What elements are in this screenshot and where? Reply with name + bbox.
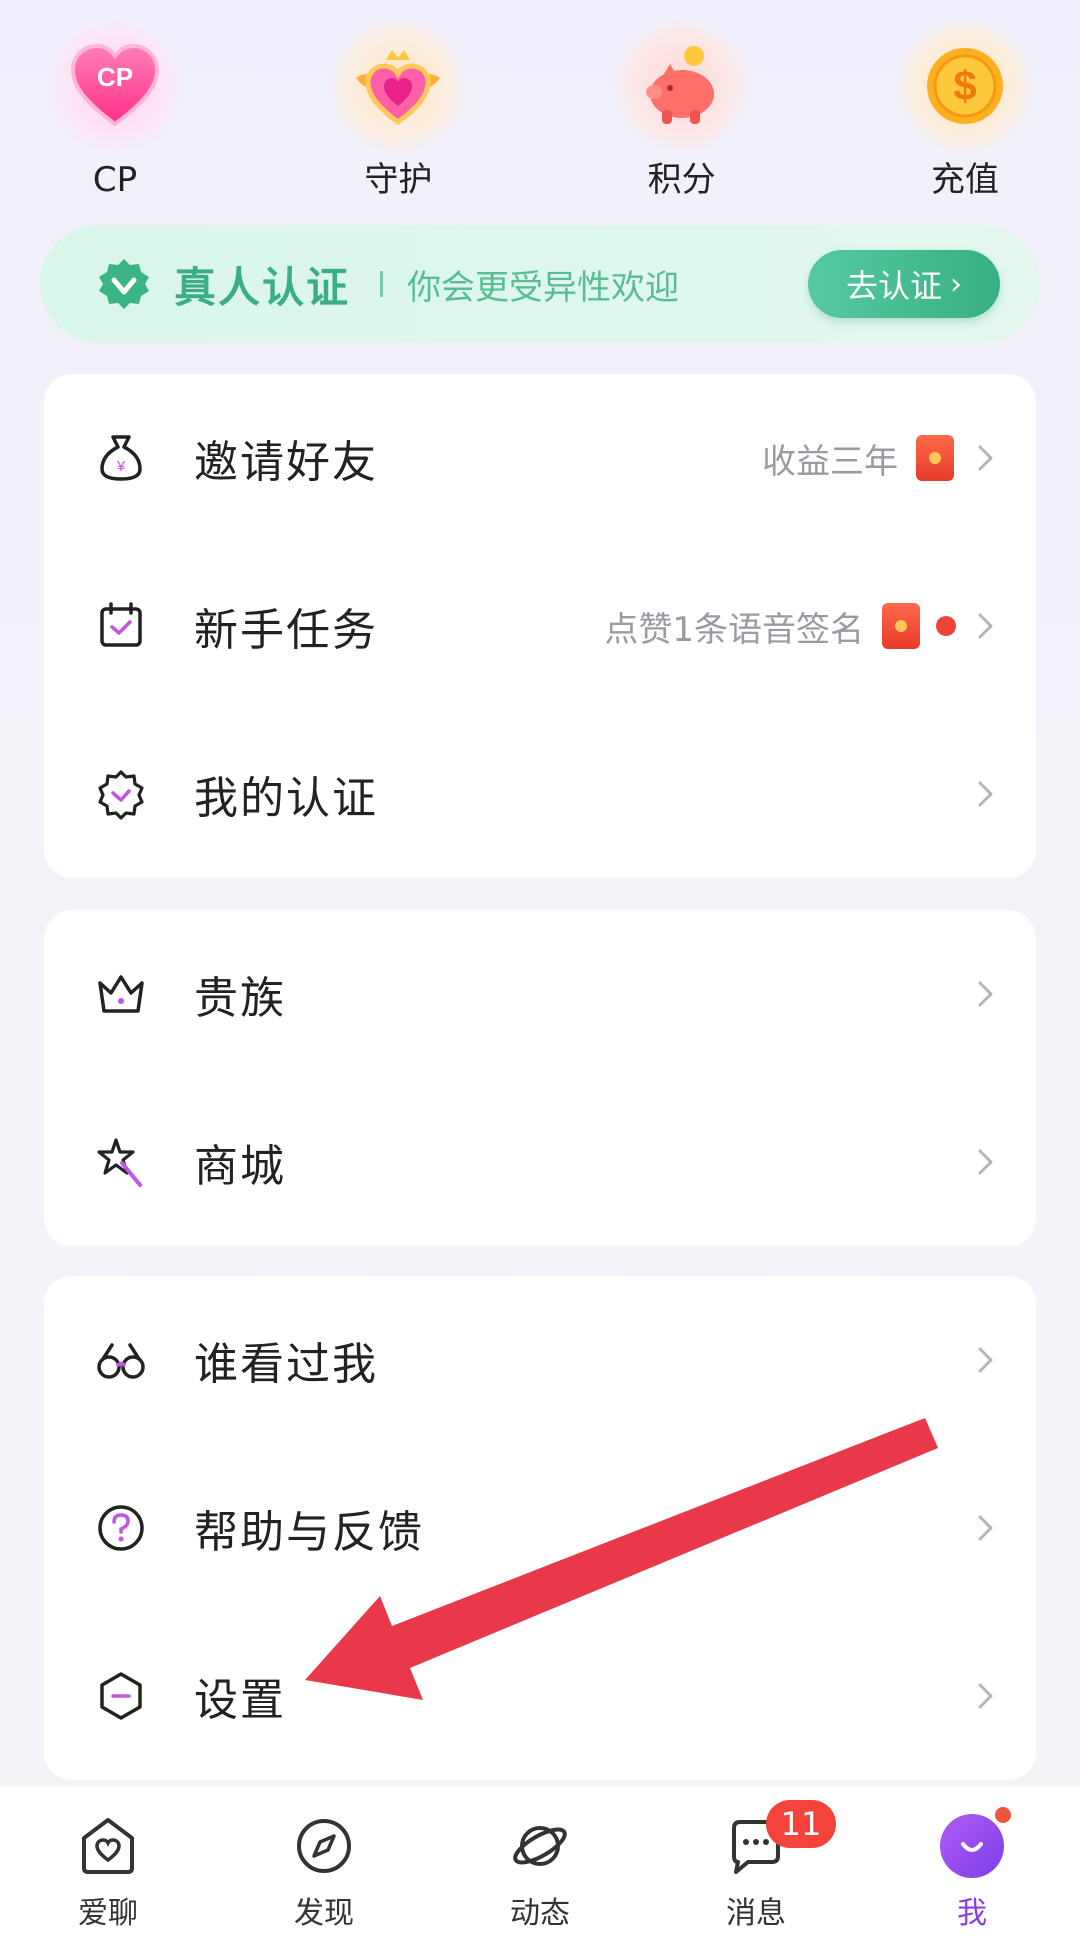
quick-cp[interactable]: CP CP — [40, 18, 190, 202]
cp-heart-icon: CP — [47, 18, 183, 154]
nav-tab-label: 动态 — [510, 1896, 570, 1931]
badge-check-icon — [98, 770, 144, 820]
svg-text:CP: CP — [97, 62, 133, 92]
glasses-icon — [97, 1343, 145, 1379]
planet-icon — [513, 1826, 567, 1866]
task-hint-text: 点赞1条语音签名 — [604, 609, 864, 650]
quick-cp-label: CP — [92, 160, 138, 200]
bottom-navigation: 爱聊 发现 动态 11 消息 我 — [0, 1786, 1080, 1958]
nav-tab-messages[interactable]: 11 消息 — [676, 1800, 836, 1932]
chevron-right-icon — [978, 981, 993, 1007]
piggy-bank-icon — [613, 18, 750, 154]
menu-card-3: 谁看过我 帮助与反馈 设置 — [44, 1276, 1036, 1780]
menu-item-newbie-tasks[interactable]: 新手任务 点赞1条语音签名 — [44, 542, 1036, 710]
menu-item-label: 设置 — [194, 1675, 286, 1726]
menu-item-label: 商城 — [194, 1141, 286, 1192]
notification-dot — [992, 1804, 1014, 1826]
nav-tab-aichat[interactable]: 爱聊 — [28, 1814, 188, 1932]
notification-dot — [936, 616, 956, 636]
menu-card-1: ¥ 邀请好友 收益三年 新手任务 点赞1条语音签名 我的认证 — [44, 374, 1036, 878]
nav-tab-label: 爱聊 — [78, 1896, 138, 1931]
menu-item-help-feedback[interactable]: 帮助与反馈 — [44, 1444, 1036, 1612]
me-avatar-icon — [940, 1814, 1004, 1878]
menu-item-label: 帮助与反馈 — [194, 1507, 424, 1558]
money-bag-icon: ¥ — [100, 435, 142, 481]
menu-item-my-verification[interactable]: 我的认证 — [44, 710, 1036, 878]
unread-count-badge: 11 — [766, 1800, 836, 1848]
quick-guard[interactable]: 守护 — [323, 18, 473, 202]
dollar-coin-icon: $ — [896, 18, 1033, 154]
quick-guard-label: 守护 — [364, 160, 433, 200]
chevron-right-icon — [978, 781, 993, 807]
chevron-right-icon — [978, 613, 993, 639]
nav-tab-label: 我 — [957, 1896, 987, 1931]
nav-tab-label: 发现 — [294, 1896, 354, 1931]
crown-icon — [98, 975, 144, 1013]
quick-points-label: 积分 — [647, 160, 716, 200]
menu-item-label: 谁看过我 — [194, 1339, 378, 1390]
verified-badge-icon — [99, 259, 149, 309]
menu-item-label: 新手任务 — [194, 605, 378, 656]
menu-item-label: 贵族 — [194, 973, 286, 1024]
menu-item-label: 邀请好友 — [194, 437, 378, 488]
verify-subtitle: 你会更受异性欢迎 — [407, 267, 680, 308]
invite-earnings-text: 收益三年 — [762, 441, 898, 482]
chevron-right-icon — [978, 1515, 993, 1541]
menu-item-invite-friends[interactable]: ¥ 邀请好友 收益三年 — [44, 374, 1036, 542]
chevron-right-icon: › — [950, 266, 962, 302]
menu-item-who-viewed-me[interactable]: 谁看过我 — [44, 1276, 1036, 1444]
calendar-check-icon — [100, 602, 142, 647]
menu-item-nobility[interactable]: 贵族 — [44, 910, 1036, 1078]
menu-card-2: 贵族 商城 — [44, 910, 1036, 1246]
quick-actions: CP CP 守护 积分 $ 充值 — [40, 18, 1040, 202]
verify-divider — [380, 271, 384, 297]
quick-points[interactable]: 积分 — [607, 18, 757, 202]
nav-tab-label: 消息 — [726, 1896, 786, 1931]
chevron-right-icon — [978, 1347, 993, 1373]
nav-tab-discover[interactable]: 发现 — [244, 1814, 404, 1932]
red-envelope-icon — [916, 435, 954, 481]
quick-recharge[interactable]: $ 充值 — [890, 18, 1040, 202]
chevron-right-icon — [978, 1683, 993, 1709]
menu-item-mall[interactable]: 商城 — [44, 1078, 1036, 1246]
hexagon-settings-icon — [100, 1672, 142, 1720]
svg-text:$: $ — [953, 62, 976, 109]
verify-title: 真人认证 — [174, 262, 351, 312]
question-circle-icon — [98, 1505, 144, 1551]
guard-crown-heart-icon — [330, 18, 467, 154]
nav-tab-me[interactable]: 我 — [892, 1804, 1052, 1932]
compass-icon — [297, 1819, 351, 1873]
menu-item-settings[interactable]: 设置 — [44, 1612, 1036, 1780]
svg-text:¥: ¥ — [116, 458, 126, 475]
go-verify-button[interactable]: 去认证 › — [808, 250, 1000, 318]
chevron-right-icon — [978, 1149, 993, 1175]
chevron-right-icon — [978, 445, 993, 471]
go-verify-label: 去认证 — [845, 267, 942, 305]
menu-item-label: 我的认证 — [194, 773, 378, 824]
quick-recharge-label: 充值 — [930, 160, 999, 200]
magic-wand-star-icon — [97, 1138, 142, 1187]
red-envelope-icon — [882, 603, 920, 649]
nav-tab-moments[interactable]: 动态 — [460, 1814, 620, 1932]
home-heart-icon — [82, 1818, 134, 1874]
real-person-verify-banner[interactable]: 真人认证 你会更受异性欢迎 去认证 › — [40, 225, 1040, 343]
